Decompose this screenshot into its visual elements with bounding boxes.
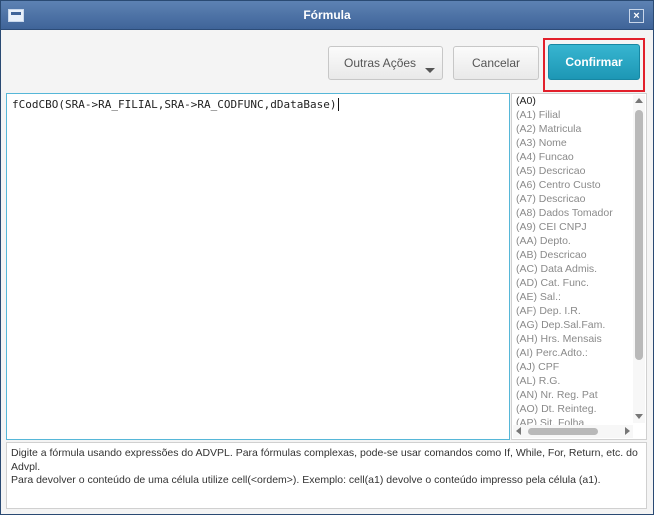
title-bar[interactable]: Fórmula ×	[1, 1, 653, 30]
outras-acoes-label: Outras Ações	[344, 56, 417, 70]
text-cursor	[337, 98, 339, 111]
list-item[interactable]: (AO) Dt. Reinteg.	[512, 402, 633, 416]
close-icon[interactable]: ×	[629, 9, 644, 23]
list-item[interactable]: (A5) Descricao	[512, 164, 633, 178]
list-item[interactable]: (AP) Sit. Folha	[512, 416, 633, 425]
scroll-left-icon[interactable]	[516, 427, 521, 435]
list-item[interactable]: (AB) Descricao	[512, 248, 633, 262]
list-item[interactable]: (A6) Centro Custo	[512, 178, 633, 192]
list-item[interactable]: (AE) Sal.:	[512, 290, 633, 304]
list-item[interactable]: (AF) Dep. I.R.	[512, 304, 633, 318]
toolbar: Outras Ações Cancelar Confirmar	[1, 30, 653, 92]
scroll-down-icon[interactable]	[635, 414, 643, 419]
list-item[interactable]: (A4) Funcao	[512, 150, 633, 164]
dialog-title: Fórmula	[303, 8, 351, 22]
list-item[interactable]: (AL) R.G.	[512, 374, 633, 388]
formula-dialog: Fórmula × Outras Ações Cancelar Confirma…	[0, 0, 654, 515]
list-item[interactable]: (A1) Filial	[512, 108, 633, 122]
list-item[interactable]: (A2) Matricula	[512, 122, 633, 136]
formula-text: fCodCBO(SRA->RA_FILIAL,SRA->RA_CODFUNC,d…	[12, 98, 337, 111]
list-item[interactable]: (AJ) CPF	[512, 360, 633, 374]
cancel-button[interactable]: Cancelar	[453, 46, 539, 80]
list-item[interactable]: (A9) CEI CNPJ	[512, 220, 633, 234]
list-item[interactable]: (A0)	[512, 94, 633, 108]
vertical-scrollbar[interactable]	[633, 95, 645, 423]
scroll-up-icon[interactable]	[635, 98, 643, 103]
list-item[interactable]: (AI) Perc.Adto.:	[512, 346, 633, 360]
list-item[interactable]: (A7) Descricao	[512, 192, 633, 206]
help-text-line-2: Para devolver o conteúdo de uma célula u…	[11, 474, 601, 486]
help-panel: Digite a fórmula usando expressões do AD…	[6, 442, 647, 509]
confirm-button[interactable]: Confirmar	[548, 44, 640, 80]
formula-editor[interactable]: fCodCBO(SRA->RA_FILIAL,SRA->RA_CODFUNC,d…	[6, 93, 510, 440]
horizontal-scrollbar[interactable]	[513, 425, 633, 438]
list-item[interactable]: (AC) Data Admis.	[512, 262, 633, 276]
horizontal-scroll-thumb[interactable]	[528, 428, 598, 435]
list-item[interactable]: (AG) Dep.Sal.Fam.	[512, 318, 633, 332]
field-list[interactable]: (A0) (A1) Filial (A2) Matricula (A3) Nom…	[511, 93, 647, 440]
list-item[interactable]: (AN) Nr. Reg. Pat	[512, 388, 633, 402]
list-item[interactable]: (A8) Dados Tomador	[512, 206, 633, 220]
field-list-items: (A0) (A1) Filial (A2) Matricula (A3) Nom…	[512, 94, 633, 425]
help-text-line-1: Digite a fórmula usando expressões do AD…	[11, 447, 638, 473]
list-item[interactable]: (AH) Hrs. Mensais	[512, 332, 633, 346]
caret-down-icon	[425, 68, 435, 73]
vertical-scroll-thumb[interactable]	[635, 110, 643, 360]
outras-acoes-button[interactable]: Outras Ações	[328, 46, 443, 80]
list-item[interactable]: (AD) Cat. Func.	[512, 276, 633, 290]
list-item[interactable]: (AA) Depto.	[512, 234, 633, 248]
list-item[interactable]: (A3) Nome	[512, 136, 633, 150]
scroll-right-icon[interactable]	[625, 427, 630, 435]
